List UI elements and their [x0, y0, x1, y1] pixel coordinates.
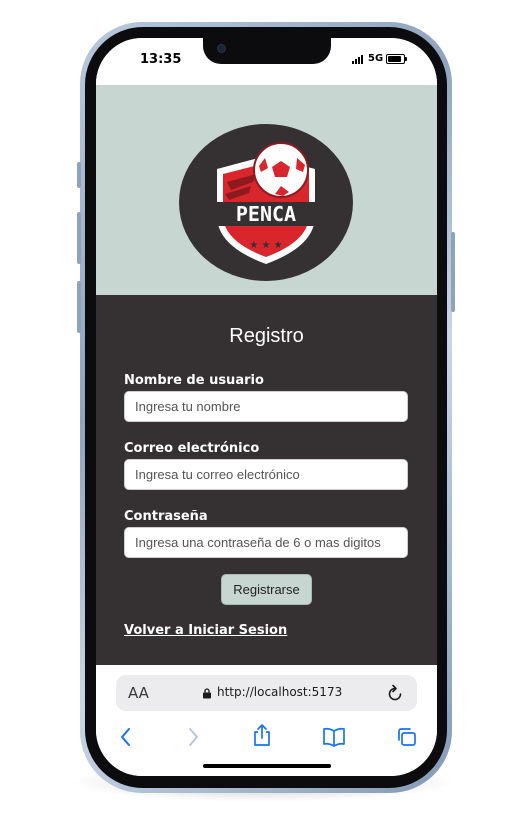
register-button[interactable]: Registrarse — [221, 574, 312, 605]
battery-icon — [386, 54, 405, 64]
username-input[interactable] — [124, 391, 408, 422]
username-label: Nombre de usuario — [124, 373, 264, 388]
password-label: Contraseña — [124, 509, 208, 524]
form-title: Registro — [229, 325, 304, 347]
logo-banner: PENCA ★ ★ ★ — [96, 85, 437, 295]
phone-screen: 13:35 5G PENCA ★ ★ ★ Registro Nombre de … — [96, 38, 437, 776]
power-button — [451, 232, 455, 312]
reload-icon[interactable] — [386, 683, 404, 703]
url-text: http://localhost:5173 — [217, 685, 343, 699]
forward-arrow-icon[interactable] — [186, 727, 200, 747]
logo-text: PENCA — [236, 202, 296, 226]
network-type: 5G — [368, 53, 384, 64]
back-arrow-icon[interactable] — [119, 727, 133, 747]
email-input[interactable] — [124, 459, 408, 490]
address-bar[interactable]: AA http://localhost:5173 — [116, 675, 417, 711]
registration-form: Registro Nombre de usuario Correo electr… — [96, 295, 437, 665]
penca-logo: PENCA ★ ★ ★ — [179, 124, 353, 281]
back-to-login-link[interactable]: Volver a Iniciar Sesion — [124, 623, 287, 638]
home-indicator[interactable] — [203, 764, 331, 768]
bookmarks-icon[interactable] — [322, 727, 346, 747]
share-icon[interactable] — [252, 723, 272, 747]
lock-icon — [203, 688, 211, 699]
status-bar: 13:35 5G — [96, 38, 437, 85]
tabs-icon[interactable] — [396, 727, 418, 747]
camera-icon — [217, 44, 226, 53]
browser-toolbar: AA http://localhost:5173 — [96, 665, 437, 776]
status-time: 13:35 — [140, 52, 182, 67]
volume-down-button — [77, 281, 81, 333]
soccer-ball-shield-icon: PENCA ★ ★ ★ — [207, 142, 325, 264]
password-input[interactable] — [124, 527, 408, 558]
mute-switch — [77, 162, 81, 188]
text-size-button[interactable]: AA — [128, 684, 149, 702]
signal-icon — [352, 55, 364, 64]
battery-tip — [405, 57, 407, 61]
svg-text:★ ★ ★: ★ ★ ★ — [249, 240, 282, 251]
volume-up-button — [77, 212, 81, 264]
email-label: Correo electrónico — [124, 441, 260, 456]
